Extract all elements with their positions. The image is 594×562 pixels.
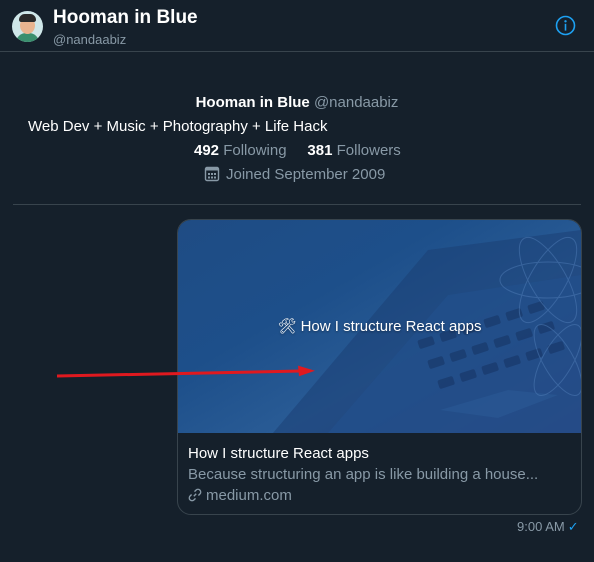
- joined-date: Joined September 2009: [204, 166, 385, 183]
- followers-label: Followers: [336, 142, 401, 159]
- checkmark-icon: ✓: [567, 519, 579, 534]
- profile-name-line: Hooman in Blue @nandaabiz: [0, 94, 594, 111]
- joined-text: Joined September 2009: [226, 166, 386, 183]
- link-icon: [188, 488, 202, 502]
- info-icon[interactable]: [555, 15, 576, 36]
- card-image[interactable]: 🛠 How I structure React apps: [178, 220, 581, 433]
- profile-bio: Web Dev + Music + Photography + Life Hac…: [28, 118, 328, 135]
- avatar[interactable]: [12, 11, 43, 42]
- divider: [13, 204, 581, 205]
- card-image-caption: 🛠 How I structure React apps: [178, 317, 581, 335]
- profile-handle[interactable]: @nandaabiz: [314, 94, 398, 111]
- followers-link[interactable]: 381 Followers: [307, 142, 400, 159]
- message-time: 9:00 AM: [517, 519, 565, 534]
- card-description: Because structuring an app is like build…: [188, 466, 539, 483]
- profile-name[interactable]: Hooman in Blue: [196, 94, 310, 111]
- following-label: Following: [223, 142, 287, 159]
- following-count: 492: [194, 142, 220, 159]
- card-domain[interactable]: medium.com: [188, 487, 292, 504]
- header-title: Hooman in Blue: [53, 7, 198, 28]
- header-handle: @nandaabiz: [53, 32, 127, 47]
- message-timestamp: 9:00 AM ✓: [517, 519, 579, 535]
- card-title[interactable]: How I structure React apps: [188, 445, 369, 462]
- calendar-icon: [204, 166, 220, 182]
- hammer-and-wrench-icon: 🛠: [277, 318, 297, 335]
- followers-count: 381: [307, 142, 333, 159]
- red-arrow-icon: [56, 365, 315, 378]
- following-link[interactable]: 492 Following: [194, 142, 291, 159]
- card-domain-text: medium.com: [206, 487, 292, 504]
- conversation-header: Hooman in Blue @nandaabiz: [0, 0, 594, 52]
- card-image-caption-text: How I structure React apps: [300, 318, 482, 335]
- profile-stats: 492 Following 381 Followers: [194, 142, 401, 159]
